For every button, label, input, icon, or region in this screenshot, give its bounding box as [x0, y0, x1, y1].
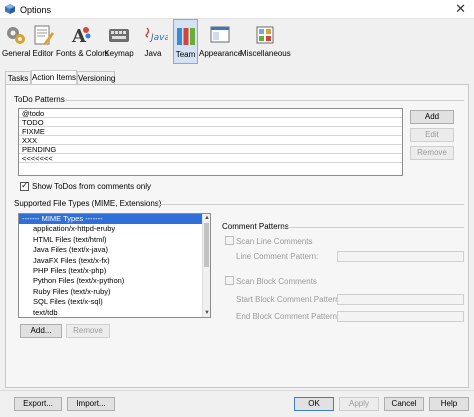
line-comment-pattern-field[interactable] [337, 251, 464, 262]
tab-versioning[interactable]: Versioning [77, 71, 115, 84]
list-item[interactable]: SQL Files (text/x-sql) [19, 297, 210, 307]
general-icon [7, 27, 25, 44]
apply-button[interactable]: Apply [339, 397, 379, 411]
category-label: Team [175, 50, 196, 59]
keymap-icon [109, 29, 129, 42]
import-button[interactable]: Import... [67, 397, 115, 411]
category-appearance[interactable]: Appearance [199, 19, 243, 64]
export-button[interactable]: Export... [14, 397, 62, 411]
category-team[interactable]: Team [173, 19, 198, 64]
category-keymap[interactable]: Keymap [104, 19, 134, 64]
table-row[interactable]: <<<<<<< [19, 154, 402, 163]
miscellaneous-icon [256, 26, 274, 44]
ok-button[interactable]: OK [294, 397, 334, 411]
java-icon: Java [145, 27, 168, 43]
appearance-icon [210, 26, 229, 43]
todo-patterns-table[interactable]: @todo TODO FIXME XXX PENDING <<<<<<< [18, 108, 403, 176]
scan-block-comments-label: Scan Block Comments [236, 277, 317, 286]
netbeans-cube-icon [5, 4, 15, 14]
file-types-label: Supported File Types (MIME, Extensions) [14, 199, 162, 208]
category-label: Miscellaneous [240, 49, 291, 58]
mime-types-list[interactable]: ------- MIME Types ------- application/x… [18, 213, 211, 318]
title-bar: Options ✕ [0, 0, 474, 19]
comment-patterns-label: Comment Patterns [222, 222, 289, 231]
cancel-button[interactable]: Cancel [384, 397, 424, 411]
scroll-down-icon[interactable]: ▼ [204, 310, 210, 316]
start-block-pattern-label: Start Block Comment Pattern: [236, 295, 342, 304]
scan-line-comments-label: Scan Line Comments [236, 237, 313, 246]
category-miscellaneous[interactable]: Miscellaneous [240, 19, 291, 64]
list-item[interactable]: JavaFX Files (text/x-fx) [19, 256, 210, 266]
list-item[interactable]: Python Files (text/x-python) [19, 276, 210, 286]
category-label: Editor [32, 49, 54, 58]
add-mime-button[interactable]: Add... [20, 324, 62, 338]
comment-separator [282, 227, 464, 228]
category-label: Fonts & Colors [56, 49, 109, 58]
help-button[interactable]: Help [429, 397, 469, 411]
show-todos-checkbox[interactable] [20, 180, 29, 191]
list-item[interactable]: text/tdb [19, 308, 210, 317]
svg-text:Java: Java [149, 33, 168, 43]
file-types-separator [156, 204, 464, 205]
list-item[interactable]: ------- MIME Types ------- [19, 214, 210, 225]
mime-list-scrollbar[interactable]: ▲ ▼ [202, 214, 210, 317]
team-icon [176, 28, 195, 45]
category-fonts-colors[interactable]: A Fonts & Colors [56, 19, 109, 64]
category-java[interactable]: Java Java [134, 19, 172, 64]
edit-pattern-button[interactable]: Edit [410, 128, 454, 142]
table-row[interactable]: TODO [19, 118, 402, 127]
end-block-pattern-field[interactable] [337, 311, 464, 322]
scan-block-comments-checkbox[interactable] [225, 276, 234, 285]
editor-icon [34, 25, 54, 45]
fonts-colors-icon: A [71, 26, 91, 46]
category-label: General [2, 49, 31, 58]
table-row[interactable]: FIXME [19, 127, 402, 136]
line-comment-pattern-label: Line Comment Pattern: [236, 252, 319, 261]
remove-mime-button[interactable]: Remove [66, 324, 110, 338]
start-block-pattern-field[interactable] [337, 294, 464, 305]
todo-separator [66, 100, 464, 101]
close-icon[interactable]: ✕ [455, 2, 466, 16]
scrollbar-thumb[interactable] [204, 223, 209, 267]
scan-line-comments-checkbox[interactable] [225, 236, 234, 245]
end-block-pattern-label: End Block Comment Pattern: [236, 312, 340, 321]
list-item[interactable]: Java Files (text/x-java) [19, 245, 210, 255]
table-row[interactable]: XXX [19, 136, 402, 145]
todo-patterns-label: ToDo Patterns [14, 95, 65, 104]
list-item[interactable]: application/x-httpd-eruby [19, 224, 210, 234]
list-item[interactable]: Ruby Files (text/x-ruby) [19, 287, 210, 297]
list-item[interactable]: PHP Files (text/x-php) [19, 266, 210, 276]
category-general[interactable]: General [2, 19, 30, 64]
add-pattern-button[interactable]: Add [410, 110, 454, 124]
options-category-toolbar: General Editor A Fonts & Colors Keymap J… [0, 19, 474, 65]
window-title: Options [20, 5, 52, 15]
category-editor[interactable]: Editor [30, 19, 56, 64]
tab-tasks[interactable]: Tasks [5, 71, 31, 84]
category-label: Java [144, 49, 162, 58]
table-row[interactable]: PENDING [19, 145, 402, 154]
tab-action-items[interactable]: Action Items [31, 70, 77, 85]
remove-pattern-button[interactable]: Remove [410, 146, 454, 160]
list-item[interactable]: HTML Files (text/html) [19, 235, 210, 245]
category-label: Keymap [104, 49, 134, 58]
table-row[interactable]: @todo [19, 109, 402, 118]
show-todos-label: Show ToDos from comments only [32, 182, 152, 191]
scroll-up-icon[interactable]: ▲ [204, 215, 210, 221]
category-label: Appearance [199, 49, 243, 58]
